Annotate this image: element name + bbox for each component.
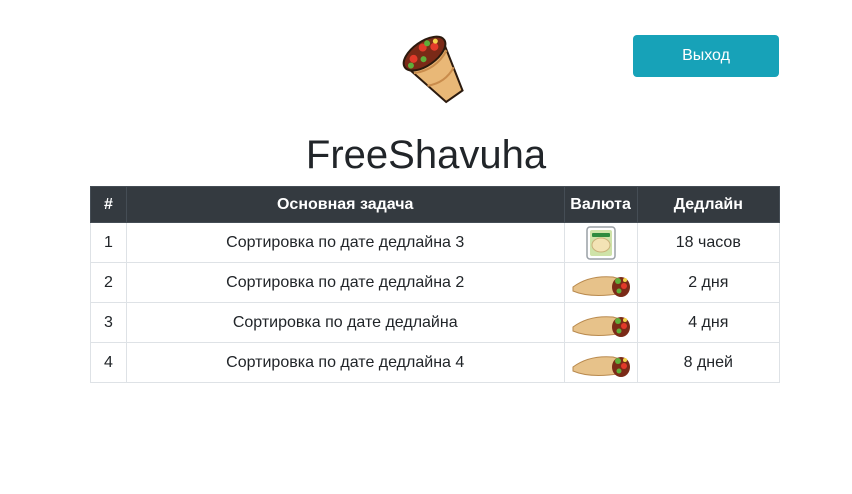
shawarma-roll-icon <box>572 275 630 297</box>
row-number: 4 <box>90 342 127 383</box>
row-number: 1 <box>90 222 127 263</box>
currency-cell <box>563 302 638 343</box>
table-row: 4 Сортировка по дате дедлайна 4 8 дней <box>90 342 781 383</box>
task-name: Сортировка по дате дедлайна 4 <box>125 342 565 383</box>
tasks-table: # Основная задача Валюта Дедлайн 1 Сорти… <box>90 186 781 383</box>
page: Выход FreeShavuha # Основная задача Валю… <box>0 0 852 494</box>
table-header-row: # Основная задача Валюта Дедлайн <box>90 186 781 223</box>
column-header-currency: Валюта <box>563 186 638 223</box>
task-name: Сортировка по дате дедлайна <box>125 302 565 343</box>
column-header-task: Основная задача <box>125 186 565 223</box>
shawarma-icon <box>402 35 464 104</box>
column-header-deadline: Дедлайн <box>636 186 781 223</box>
column-header-number: # <box>90 186 127 223</box>
currency-cell <box>563 222 638 263</box>
table-row: 2 Сортировка по дате дедлайна 2 2 дня <box>90 262 781 303</box>
deadline: 2 дня <box>636 262 781 303</box>
logout-button[interactable]: Выход <box>633 35 779 77</box>
currency-cell <box>563 342 638 383</box>
table-row: 1 Сортировка по дате дедлайна 3 18 часов <box>90 222 781 263</box>
shawarma-roll-icon <box>572 355 630 377</box>
row-number: 3 <box>90 302 127 343</box>
currency-cell <box>563 262 638 303</box>
table-row: 3 Сортировка по дате дедлайна 4 дня <box>90 302 781 343</box>
shawarma-roll-icon <box>572 315 630 337</box>
pita-package-icon <box>585 225 616 260</box>
deadline: 8 дней <box>636 342 781 383</box>
page-title: FreeShavuha <box>305 133 547 177</box>
deadline: 4 дня <box>636 302 781 343</box>
task-name: Сортировка по дате дедлайна 2 <box>125 262 565 303</box>
row-number: 2 <box>90 262 127 303</box>
task-name: Сортировка по дате дедлайна 3 <box>125 222 565 263</box>
deadline: 18 часов <box>636 222 781 263</box>
